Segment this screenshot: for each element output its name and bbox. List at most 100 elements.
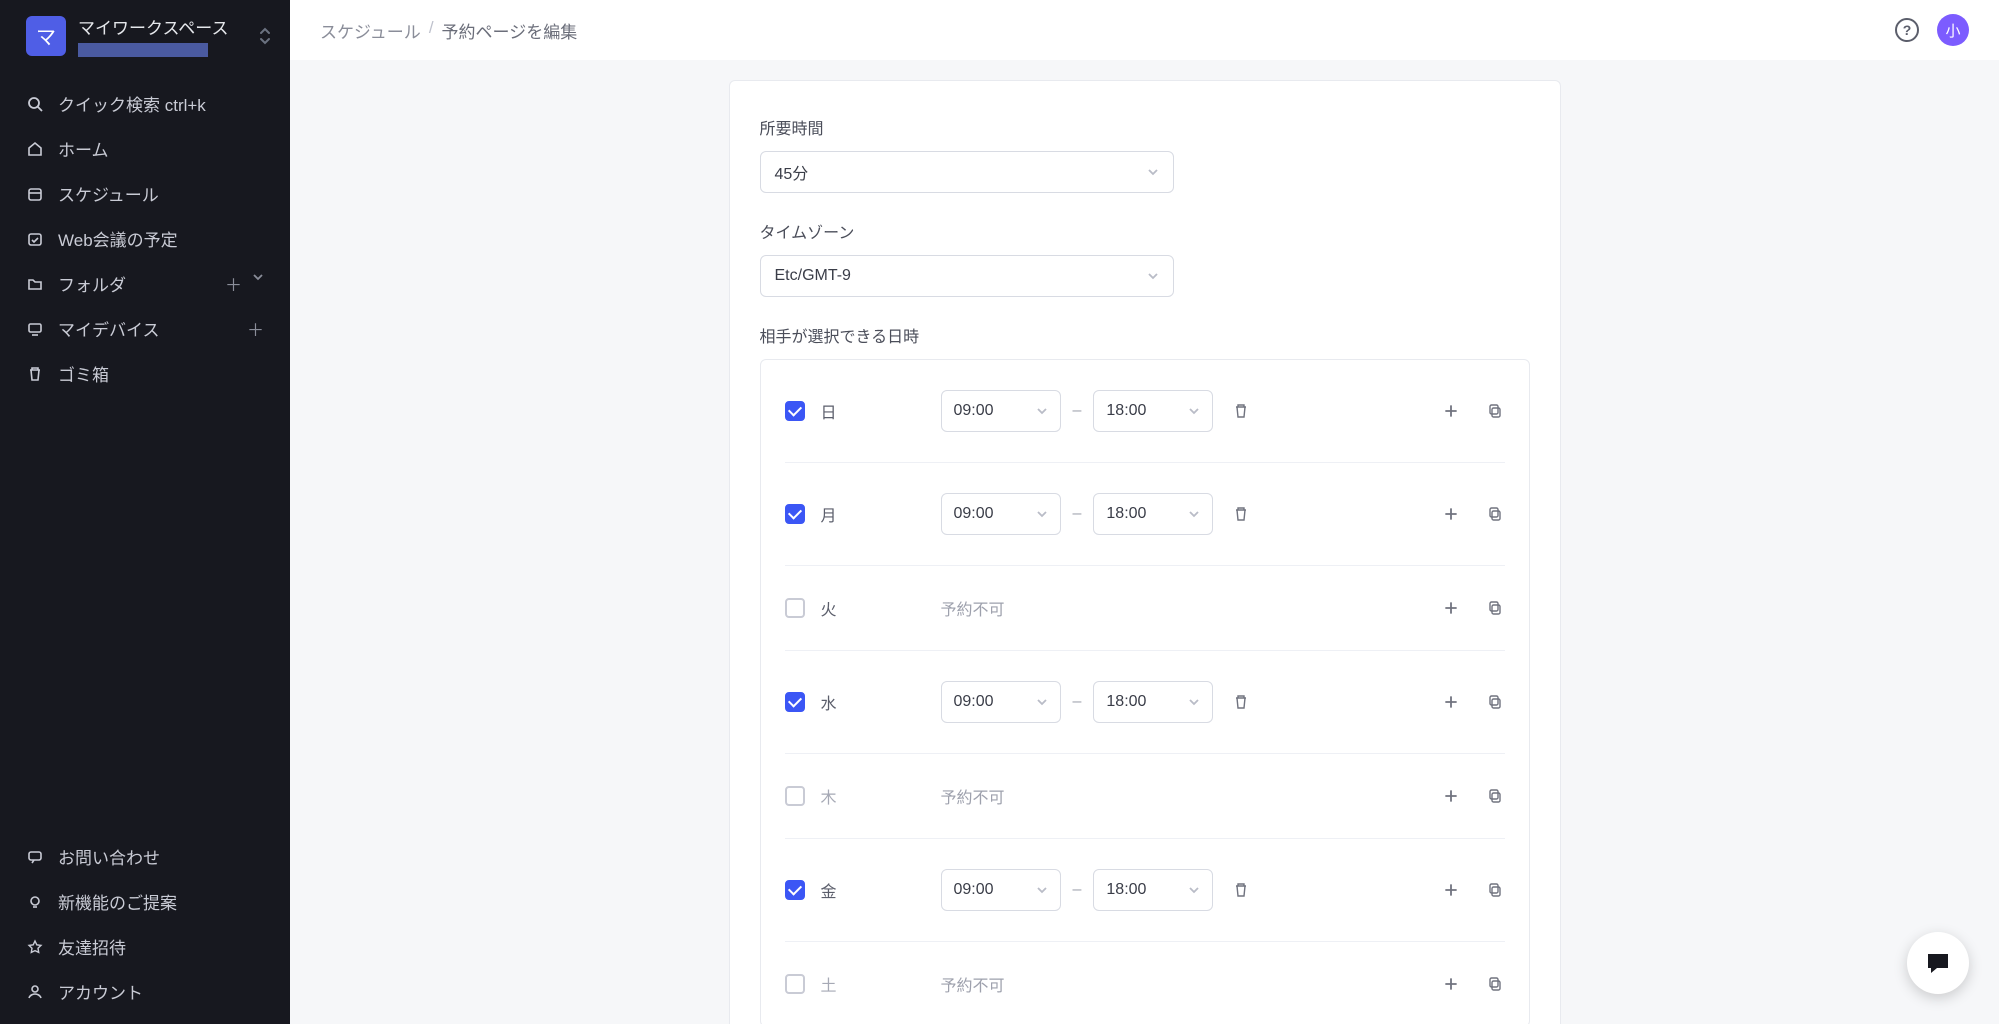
workspace-header[interactable]: マ マイワークスペース xyxy=(0,0,290,71)
chevron-down-icon[interactable] xyxy=(252,271,264,296)
nav-my-device[interactable]: マイデバイス ＋ xyxy=(0,306,290,351)
breadcrumb-separator: / xyxy=(429,18,434,43)
add-slot-button[interactable] xyxy=(1441,692,1461,712)
folder-icon xyxy=(26,275,44,293)
add-slot-button[interactable] xyxy=(1441,786,1461,806)
add-slot-button[interactable] xyxy=(1441,504,1461,524)
lightbulb-icon xyxy=(26,893,44,911)
start-time-value: 09:00 xyxy=(954,693,994,711)
end-time-value: 18:00 xyxy=(1106,693,1146,711)
time-range-dash: – xyxy=(1073,881,1082,899)
chevron-down-icon xyxy=(1036,884,1048,896)
delete-slot-button[interactable] xyxy=(1233,506,1249,522)
avatar[interactable]: 小 xyxy=(1937,14,1969,46)
day-name: 水 xyxy=(821,690,837,714)
duration-value: 45分 xyxy=(775,160,809,184)
nav-web-meeting[interactable]: Web会議の予定 xyxy=(0,216,290,261)
settings-card: 所要時間 45分 タイムゾーン Etc/GMT-9 相手が選択できる日時 日 xyxy=(729,80,1561,1024)
footer-nav: お問い合わせ 新機能のご提案 友達招待 アカウント xyxy=(0,834,290,1024)
unavailable-text: 予約不可 xyxy=(941,784,1005,808)
duration-select[interactable]: 45分 xyxy=(760,151,1174,193)
copy-slot-button[interactable] xyxy=(1485,692,1505,712)
delete-slot-button[interactable] xyxy=(1233,403,1249,419)
nav-quick-search[interactable]: クイック検索 ctrl+k xyxy=(0,81,290,126)
timezone-select[interactable]: Etc/GMT-9 xyxy=(760,255,1174,297)
duration-label: 所要時間 xyxy=(760,115,1530,139)
nav-trash[interactable]: ゴミ箱 xyxy=(0,351,290,396)
day-name: 火 xyxy=(821,596,837,620)
time-range-dash: – xyxy=(1073,402,1082,420)
day-checkbox[interactable] xyxy=(785,692,805,712)
nav-home[interactable]: ホーム xyxy=(0,126,290,171)
chevron-down-icon xyxy=(1036,696,1048,708)
end-time-value: 18:00 xyxy=(1106,505,1146,523)
chevron-down-icon xyxy=(1147,270,1159,282)
breadcrumb-parent[interactable]: スケジュール xyxy=(320,18,421,43)
day-row: 土 予約不可 xyxy=(785,942,1505,1024)
day-checkbox[interactable] xyxy=(785,786,805,806)
content-area: 所要時間 45分 タイムゾーン Etc/GMT-9 相手が選択できる日時 日 xyxy=(290,60,1999,1024)
copy-slot-button[interactable] xyxy=(1485,786,1505,806)
start-time-select[interactable]: 09:00 xyxy=(941,681,1061,723)
nav-suggest[interactable]: 新機能のご提案 xyxy=(0,879,290,924)
nav-folder[interactable]: フォルダ ＋ xyxy=(0,261,290,306)
nav-account[interactable]: アカウント xyxy=(0,969,290,1014)
chevron-down-icon xyxy=(1036,405,1048,417)
nav-schedule[interactable]: スケジュール xyxy=(0,171,290,216)
home-icon xyxy=(26,140,44,158)
nav-invite[interactable]: 友達招待 xyxy=(0,924,290,969)
availability-table: 日 09:00 – 18:00 月 09:00 – 18:00 火 xyxy=(760,359,1530,1024)
chat-fab[interactable] xyxy=(1907,932,1969,994)
day-checkbox[interactable] xyxy=(785,880,805,900)
start-time-select[interactable]: 09:00 xyxy=(941,390,1061,432)
add-slot-button[interactable] xyxy=(1441,401,1461,421)
start-time-select[interactable]: 09:00 xyxy=(941,493,1061,535)
copy-slot-button[interactable] xyxy=(1485,974,1505,994)
day-name: 日 xyxy=(821,399,837,423)
main: スケジュール / 予約ページを編集 ? 小 所要時間 45分 タイムゾーン Et… xyxy=(290,0,1999,1024)
copy-slot-button[interactable] xyxy=(1485,401,1505,421)
unavailable-text: 予約不可 xyxy=(941,972,1005,996)
day-checkbox[interactable] xyxy=(785,974,805,994)
end-time-select[interactable]: 18:00 xyxy=(1093,493,1213,535)
nav-label: Web会議の予定 xyxy=(58,226,264,251)
plus-icon[interactable]: ＋ xyxy=(225,271,242,296)
end-time-select[interactable]: 18:00 xyxy=(1093,869,1213,911)
add-slot-button[interactable] xyxy=(1441,974,1461,994)
nav-label: フォルダ xyxy=(58,271,211,296)
sidebar: マ マイワークスペース クイック検索 ctrl+k ホーム スケジュール Web… xyxy=(0,0,290,1024)
delete-slot-button[interactable] xyxy=(1233,694,1249,710)
copy-slot-button[interactable] xyxy=(1485,880,1505,900)
end-time-value: 18:00 xyxy=(1106,402,1146,420)
start-time-value: 09:00 xyxy=(954,881,994,899)
copy-slot-button[interactable] xyxy=(1485,598,1505,618)
chevron-down-icon xyxy=(1188,884,1200,896)
breadcrumb-current: 予約ページを編集 xyxy=(442,18,578,43)
day-name: 月 xyxy=(821,502,837,526)
start-time-select[interactable]: 09:00 xyxy=(941,869,1061,911)
copy-slot-button[interactable] xyxy=(1485,504,1505,524)
delete-slot-button[interactable] xyxy=(1233,882,1249,898)
nav-label: マイデバイス xyxy=(58,316,233,341)
day-checkbox[interactable] xyxy=(785,504,805,524)
plus-icon[interactable]: ＋ xyxy=(247,316,264,341)
chat-bubble-icon xyxy=(1923,948,1953,978)
day-row: 木 予約不可 xyxy=(785,754,1505,839)
add-slot-button[interactable] xyxy=(1441,598,1461,618)
day-name: 金 xyxy=(821,878,837,902)
day-checkbox[interactable] xyxy=(785,598,805,618)
day-checkbox[interactable] xyxy=(785,401,805,421)
primary-nav: クイック検索 ctrl+k ホーム スケジュール Web会議の予定 フォルダ ＋… xyxy=(0,71,290,834)
end-time-select[interactable]: 18:00 xyxy=(1093,390,1213,432)
time-range-dash: – xyxy=(1073,505,1082,523)
breadcrumb: スケジュール / 予約ページを編集 xyxy=(320,18,577,43)
day-row: 水 09:00 – 18:00 xyxy=(785,651,1505,754)
nav-contact[interactable]: お問い合わせ xyxy=(0,834,290,879)
topbar: スケジュール / 予約ページを編集 ? 小 xyxy=(290,0,1999,60)
day-row: 金 09:00 – 18:00 xyxy=(785,839,1505,942)
add-slot-button[interactable] xyxy=(1441,880,1461,900)
chat-icon xyxy=(26,848,44,866)
workspace-menu-caret-icon[interactable] xyxy=(258,26,272,46)
help-icon[interactable]: ? xyxy=(1895,18,1919,42)
end-time-select[interactable]: 18:00 xyxy=(1093,681,1213,723)
